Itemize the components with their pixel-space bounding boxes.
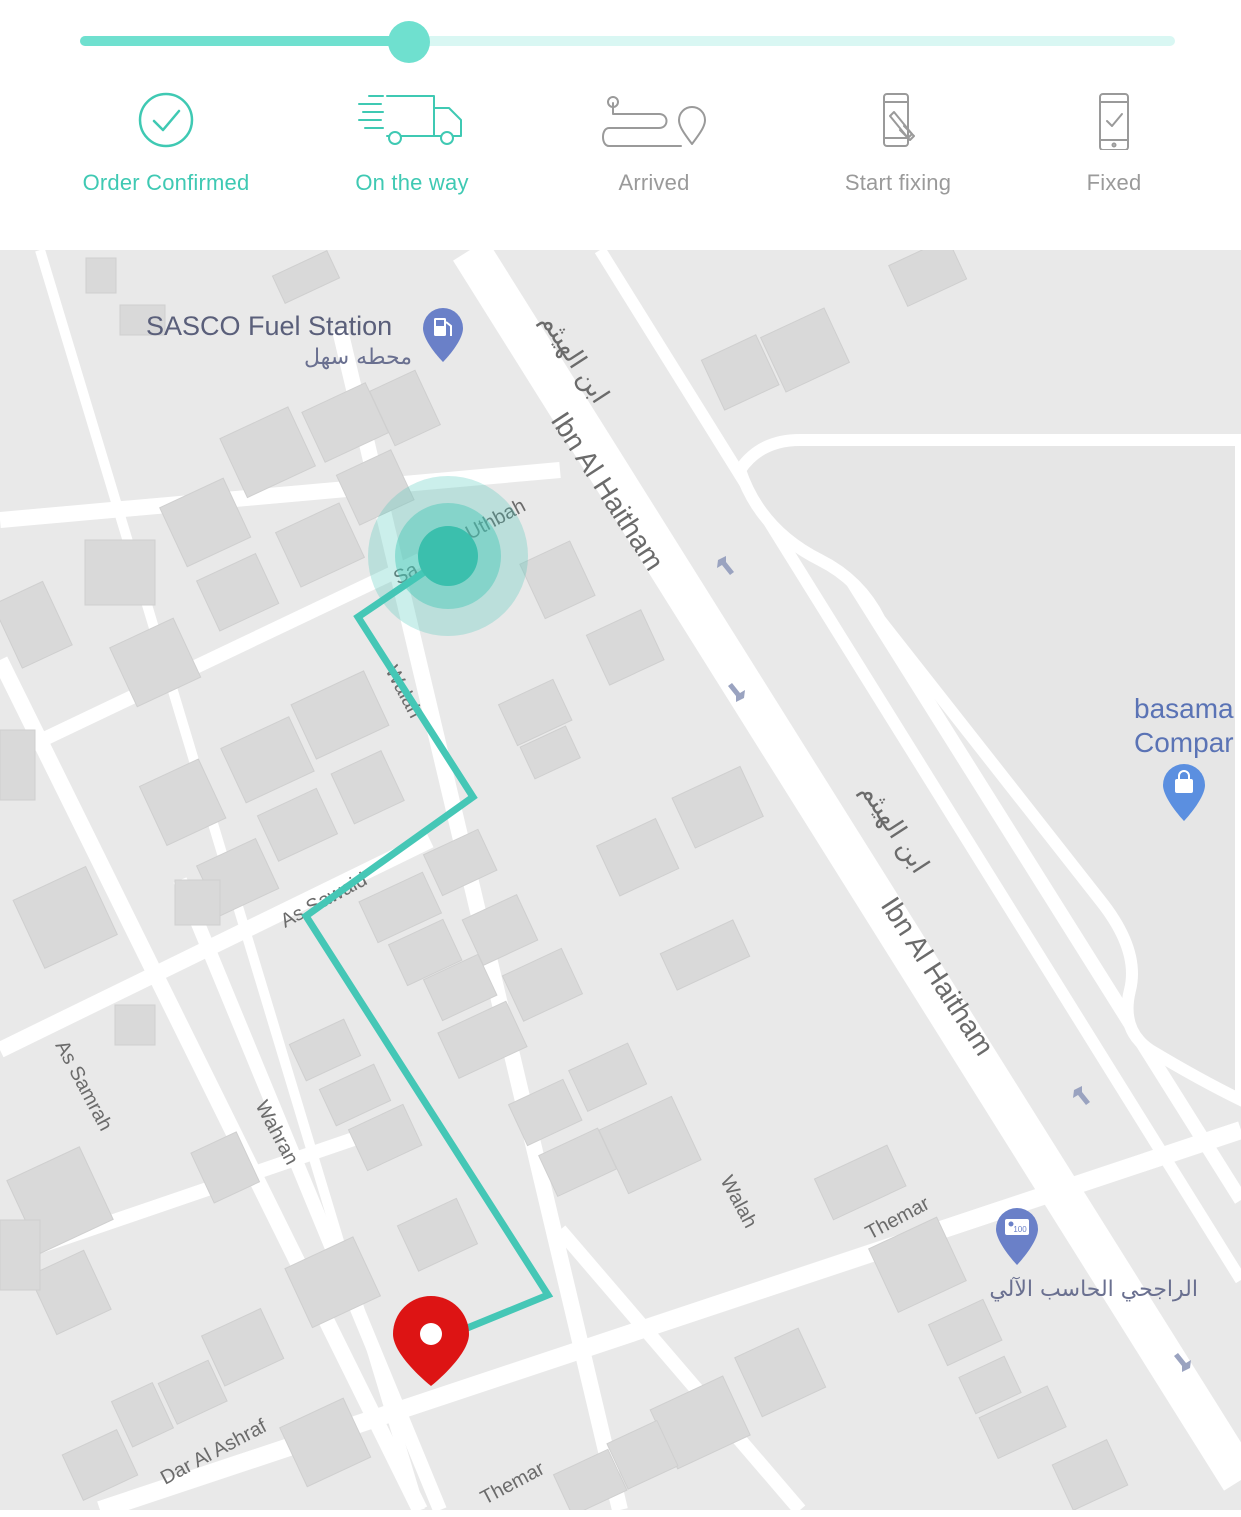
place-label-atm-ar: الراجحي الحاسب الآلي xyxy=(989,1276,1198,1302)
step-on-the-way[interactable]: On the way xyxy=(302,90,522,196)
order-progress-tracker: Order Confirmed On the way Arrived Start… xyxy=(0,0,1241,250)
svg-text:100: 100 xyxy=(1013,1225,1027,1234)
step-label: Arrived xyxy=(618,170,690,195)
place-label-basama-2: Compar xyxy=(1134,727,1234,758)
route-pin-icon xyxy=(602,96,706,147)
phone-repair-icon xyxy=(883,93,915,147)
place-label-sasco: SASCO Fuel Station xyxy=(146,311,392,341)
step-label: Order Confirmed xyxy=(82,170,250,195)
step-arrived[interactable]: Arrived xyxy=(544,90,764,196)
step-label: Fixed xyxy=(1086,170,1142,195)
check-circle-icon xyxy=(138,92,194,148)
building xyxy=(114,1004,156,1046)
building xyxy=(85,257,117,294)
place-label-basama: basama xyxy=(1134,693,1234,724)
map-canvas[interactable]: ابن الهيثم Ibn Al Haitham ابن الهيثم Ibn… xyxy=(0,250,1241,1510)
step-fixed[interactable]: Fixed xyxy=(1004,90,1224,196)
step-label: On the way xyxy=(355,170,469,195)
location-dot xyxy=(418,526,478,586)
delivery-truck-icon xyxy=(358,95,462,145)
step-start-fixing[interactable]: Start fixing xyxy=(788,90,1008,196)
current-location-marker[interactable] xyxy=(368,476,528,636)
building xyxy=(174,879,221,926)
building xyxy=(0,729,36,801)
building xyxy=(84,539,156,606)
progress-track xyxy=(80,36,1175,46)
progress-fill xyxy=(80,36,409,46)
phone-check-icon xyxy=(1099,93,1129,150)
building xyxy=(0,1219,41,1291)
progress-knob[interactable] xyxy=(387,21,430,63)
place-label-sasco-ar: محطه سهل xyxy=(304,345,412,370)
map-view[interactable]: ابن الهيثم Ibn Al Haitham ابن الهيثم Ibn… xyxy=(0,250,1241,1510)
bottom-strip xyxy=(0,1510,1241,1517)
step-label: Start fixing xyxy=(844,170,952,195)
step-order-confirmed[interactable]: Order Confirmed xyxy=(56,90,276,196)
